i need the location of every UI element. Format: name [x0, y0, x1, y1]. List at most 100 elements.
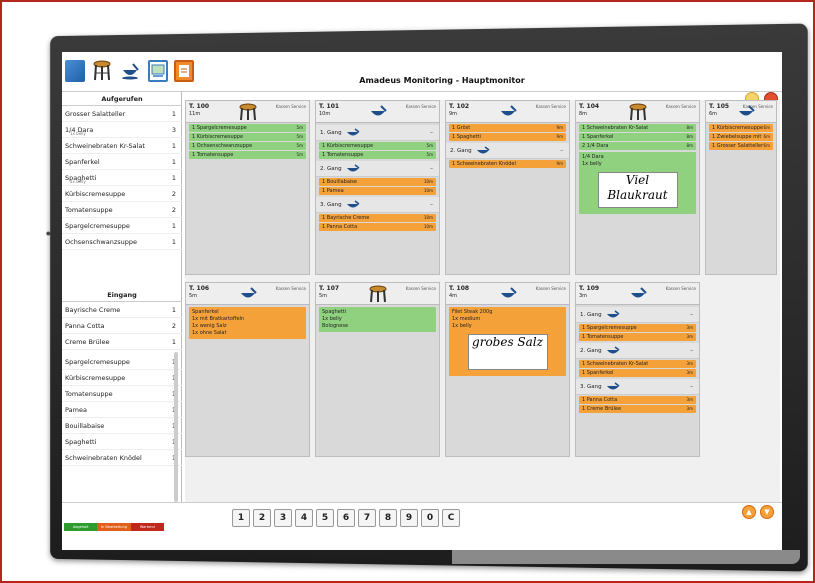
order-item-label: 1 Schweinebraten Kr-Salat [582, 361, 649, 367]
course-header[interactable]: 1. Gang – [316, 125, 439, 141]
collapse-icon[interactable]: – [430, 161, 433, 177]
monitor-icon[interactable] [65, 60, 85, 82]
sidebar-item[interactable]: Spargelcremesuppe1 [62, 354, 182, 370]
table-card[interactable]: T. 109 3m Kassen Service 1. Gang –1 Spargelc… [575, 282, 700, 457]
sidebar-item[interactable]: Schweinebraten Kr-Salat 1 [62, 138, 182, 154]
course-header[interactable]: 2. Gang – [316, 161, 439, 177]
order-item[interactable]: 1 Spargelcremesuppe 3m [579, 324, 696, 332]
order-item[interactable]: 1 Ochsenschwanzsuppe 5m [189, 142, 306, 150]
sidebar-item[interactable]: Creme Brülee 1 [62, 334, 182, 350]
order-item[interactable]: 2 1/4 Dara 8m [579, 142, 696, 150]
sidebar-item[interactable]: 1/4 Dara 3 1x belly [62, 122, 182, 138]
collapse-icon[interactable]: – [690, 379, 693, 395]
numpad-key[interactable]: 7 [358, 509, 376, 527]
order-item[interactable]: 1 Schweinebraten Kr-Salat 3m [579, 360, 696, 368]
table-card[interactable]: T. 105 6m Kassen Service 1 Kürbiscremesuppe… [705, 100, 777, 275]
order-item[interactable]: 1 Spanferkel 3m [579, 369, 696, 377]
order-item[interactable]: 1 Spanferkel 8m [579, 133, 696, 141]
numpad-key[interactable]: 3 [274, 509, 292, 527]
order-item[interactable]: 1 Tomatensuppe 5m [189, 151, 306, 159]
order-item[interactable]: 1 Kürbiscremesuppe 5m [189, 133, 306, 141]
sidebar-item[interactable]: Ochsenschwanzsuppe 1 [62, 234, 182, 250]
numpad-key[interactable]: 4 [295, 509, 313, 527]
clear-button[interactable]: C [442, 509, 460, 527]
numpad-key[interactable]: 9 [400, 509, 418, 527]
order-item[interactable]: 1 Schweinebraten Knödel 9m [449, 160, 566, 168]
order-note[interactable]: Spanferkel 1x mit Bratkartoffeln 1x wenig … [189, 307, 306, 339]
order-item[interactable]: 1 Gröst 9m [449, 124, 566, 132]
order-item-time: 6m [763, 125, 770, 130]
order-item[interactable]: 1 Schweinebraten Kr-Salat 8m [579, 124, 696, 132]
sidebar-item[interactable]: Spargelcremesuppe1 [62, 218, 182, 234]
course-header[interactable]: 3. Gang – [576, 379, 699, 395]
table-card[interactable]: T. 100 11m Kassen Service 1 Spargelcremesup… [185, 100, 310, 275]
sidebar-item[interactable]: Tomatensuppe1 [62, 386, 182, 402]
order-item[interactable]: 1 Kürbiscremesuppe 6m [709, 124, 773, 132]
order-item[interactable]: 1 Panna Cotta 10m [319, 223, 436, 231]
sidebar-item-label: Creme Brülee [65, 338, 110, 346]
collapse-icon[interactable]: – [690, 307, 693, 323]
top-toolbar: Amadeus Monitoring - Hauptmonitor [62, 52, 782, 92]
sidebar-item[interactable]: Kürbiscremesuppe 2 [62, 186, 182, 202]
sidebar-item[interactable]: Tomatensuppe 2 [62, 202, 182, 218]
order-item[interactable]: 1 Creme Brülee 3m [579, 405, 696, 413]
order-note[interactable]: 1/4 Dara 1x belly Viel Blaukraut [579, 152, 696, 214]
order-item-label: 1 Panna Cotta [582, 397, 618, 403]
order-item[interactable]: 1 Zwiebelsuppe mit Croutons6m [709, 133, 773, 148]
sidebar-scrollbar[interactable] [174, 352, 178, 502]
sidebar-item[interactable]: Grosser Salatteller 1 [62, 106, 182, 122]
numpad-key[interactable]: 8 [379, 509, 397, 527]
order-item[interactable]: 1 Spargelcremesuppe 5m [189, 124, 306, 132]
order-note[interactable]: Spaghetti 1x belly Bolognese [319, 307, 436, 332]
numpad-key[interactable]: 2 [253, 509, 271, 527]
scroll-down-button[interactable]: ▼ [760, 505, 774, 519]
sidebar-section: Eingang Bayrische Creme 1 Panna Cotta 2 Creme… [62, 288, 182, 350]
sidebar-item[interactable]: Spanferkel 1 [62, 154, 182, 170]
collapse-icon[interactable]: – [560, 143, 563, 159]
order-item[interactable]: 1 Panna Cotta 3m [579, 396, 696, 404]
numpad-key[interactable]: 1 [232, 509, 250, 527]
stool-icon[interactable] [92, 60, 112, 82]
course-header[interactable]: 3. Gang – [316, 197, 439, 213]
course-header[interactable]: 2. Gang – [446, 143, 569, 159]
cup-icon[interactable] [120, 60, 140, 82]
numpad-key[interactable]: 0 [421, 509, 439, 527]
order-item[interactable]: 1 Tomatensuppe 5m [319, 151, 436, 159]
order-item[interactable]: 1 Tomatensuppe 3m [579, 333, 696, 341]
sidebar-item[interactable]: Schweinebraten Knödel1 [62, 450, 182, 466]
sidebar-item[interactable]: Pamea1 [62, 402, 182, 418]
table-card[interactable]: T. 101 10m Kassen Service 1. Gang –1 Kürbisc… [315, 100, 440, 275]
waiter-label: Kassen Service [535, 104, 566, 109]
sidebar-item[interactable]: Bayrische Creme 1 [62, 302, 182, 318]
course-header[interactable]: 1. Gang – [576, 307, 699, 323]
sidebar-item[interactable]: Spaghetti1 [62, 434, 182, 450]
collapse-icon[interactable]: – [430, 125, 433, 141]
sidebar-item[interactable]: Spaghetti 1 1x belly [62, 170, 182, 186]
table-card[interactable]: T. 102 9m Kassen Service 1 Gröst 9m 1 Spaghet… [445, 100, 570, 275]
sidebar-item[interactable]: Bouillabaise1 [62, 418, 182, 434]
table-card[interactable]: T. 107 5m Kassen Service Spaghetti 1x belly B… [315, 282, 440, 457]
table-card[interactable]: T. 106 5m Kassen Service Spanferkel 1x mit B… [185, 282, 310, 457]
collapse-icon[interactable]: – [690, 343, 693, 359]
sidebar-item[interactable]: Panna Cotta 2 [62, 318, 182, 334]
course-header[interactable]: 2. Gang – [576, 343, 699, 359]
sidebar-item[interactable]: Kürbiscremesuppe1 [62, 370, 182, 386]
order-item[interactable]: 1 Bouillabaise 10m [319, 178, 436, 186]
order-item-label: 1 Gröst [452, 125, 471, 131]
order-item[interactable]: 1 Grosser Salatteller 6m [709, 142, 773, 150]
collapse-icon[interactable]: – [430, 197, 433, 213]
book-icon[interactable] [174, 60, 194, 82]
note-line: Spaghetti [322, 309, 347, 315]
order-item[interactable]: 1 Bayrische Creme 10m [319, 214, 436, 222]
order-item[interactable]: 1 Pamea 10m [319, 187, 436, 195]
order-item[interactable]: 1 Kürbiscremesuppe 5m [319, 142, 436, 150]
table-card[interactable]: T. 108 4m Kassen Service Filet Steak 200g 1x… [445, 282, 570, 457]
numpad-key[interactable]: 6 [337, 509, 355, 527]
numpad-key[interactable]: 5 [316, 509, 334, 527]
legend-item: Abgeholt [64, 523, 98, 531]
order-note[interactable]: Filet Steak 200g 1x medium 1x belly grobes … [449, 307, 566, 376]
table-card[interactable]: T. 104 8m Kassen Service 1 Schweinebraten K… [575, 100, 700, 275]
display-icon[interactable] [148, 60, 168, 82]
scroll-up-button[interactable]: ▲ [742, 505, 756, 519]
order-item[interactable]: 1 Spaghetti 9m [449, 133, 566, 141]
